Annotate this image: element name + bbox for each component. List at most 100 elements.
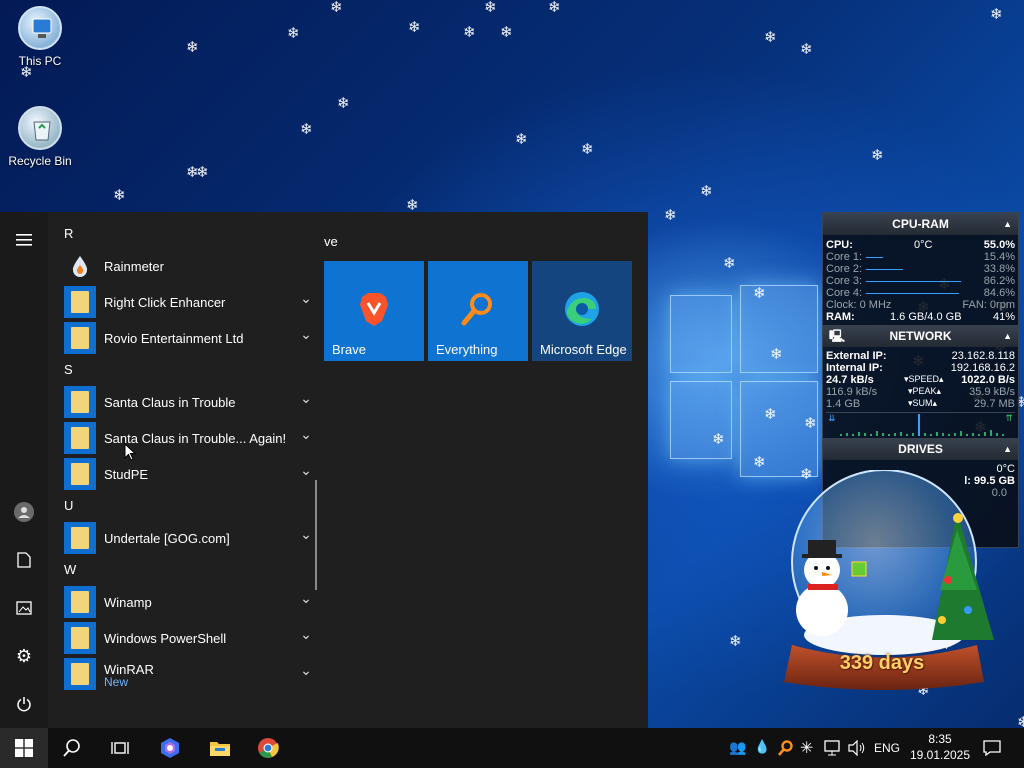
- snowflake: ❄: [871, 147, 884, 164]
- chevron-down-icon[interactable]: ⌄: [298, 662, 314, 679]
- snowflake: ❄: [664, 207, 677, 224]
- rainmeter-tray-icon[interactable]: 💧: [754, 739, 770, 755]
- cpu-total: 55.0%: [983, 239, 1015, 251]
- app-item[interactable]: Winamp ⌄: [64, 586, 314, 618]
- peak-label: ▾PEAK▴: [908, 386, 942, 396]
- graph-bar: [966, 434, 968, 436]
- group-letter-u[interactable]: U: [64, 498, 73, 513]
- app-item[interactable]: WinRAR ⌄ New: [64, 658, 314, 690]
- collapse-caret-icon[interactable]: ▲: [1003, 325, 1012, 347]
- snowflake: ❄: [515, 131, 528, 148]
- cpu-ram-header[interactable]: CPU-RAM ▲: [823, 213, 1018, 235]
- volume-icon[interactable]: [848, 740, 866, 756]
- chevron-down-icon[interactable]: ⌄: [298, 590, 314, 607]
- settings-gear-icon[interactable]: ⚙: [0, 636, 48, 676]
- clock[interactable]: 8:35 19.01.2025: [908, 732, 972, 762]
- drives-header[interactable]: DRIVES ▲: [823, 438, 1018, 460]
- graph-bar: [948, 434, 950, 436]
- snowflake: ❄: [764, 406, 777, 423]
- graph-bar: [960, 431, 962, 436]
- wallpaper-windows-logo: [650, 285, 820, 485]
- chevron-down-icon[interactable]: ⌄: [298, 326, 314, 343]
- chevron-down-icon[interactable]: ⌄: [298, 426, 314, 443]
- graph-bar: [924, 433, 926, 436]
- graph-bar: [972, 433, 974, 436]
- graph-bar: [1002, 434, 1004, 436]
- everything-tray-icon[interactable]: [777, 740, 793, 756]
- chevron-down-icon[interactable]: ⌄: [298, 626, 314, 643]
- app-item[interactable]: Rovio Entertainment Ltd ⌄: [64, 322, 314, 354]
- upload-speed: 1022.0 B/s: [961, 374, 1015, 386]
- chevron-down-icon[interactable]: ⌄: [298, 526, 314, 543]
- upload-sum: 29.7 MB: [974, 398, 1015, 410]
- graph-bar: [918, 414, 920, 436]
- documents-icon[interactable]: [0, 540, 48, 580]
- graph-bar: [906, 434, 908, 436]
- group-letter-r[interactable]: R: [64, 226, 73, 241]
- core-label: Core 4:: [826, 287, 863, 299]
- cpu-clock: Clock: 0 MHz: [826, 299, 892, 311]
- file-explorer-icon[interactable]: [196, 728, 244, 768]
- desktop: { "desktop": { "icons": [ {"label": "Thi…: [0, 0, 1024, 768]
- folder-icon: [64, 658, 96, 690]
- tile-microsoft-edge[interactable]: Microsoft Edge: [532, 261, 632, 361]
- pictures-icon[interactable]: [0, 588, 48, 628]
- app-item[interactable]: StudPE ⌄: [64, 458, 314, 490]
- tile-everything[interactable]: Everything: [428, 261, 528, 361]
- user-avatar-icon[interactable]: [0, 492, 48, 532]
- app-item[interactable]: Right Click Enhancer ⌄: [64, 286, 314, 318]
- group-letter-w[interactable]: W: [64, 562, 76, 577]
- people-icon[interactable]: 👥: [729, 739, 746, 756]
- app-item[interactable]: Undertale [GOG.com] ⌄: [64, 522, 314, 554]
- snowflake: ❄: [484, 0, 497, 16]
- power-icon[interactable]: [0, 684, 48, 724]
- windows-start-icon[interactable]: [0, 728, 48, 768]
- desktop-icon-recycle-bin[interactable]: Recycle Bin: [0, 106, 80, 168]
- collapse-caret-icon[interactable]: ▲: [1003, 213, 1012, 235]
- folder-icon: [64, 458, 96, 490]
- core-row: Core 2: 33.8%: [826, 263, 1015, 275]
- snowflake: ❄: [408, 19, 421, 36]
- notification-center-icon[interactable]: [983, 740, 1001, 756]
- app-list-scrollbar[interactable]: [315, 480, 317, 590]
- app-item[interactable]: Windows PowerShell ⌄: [64, 622, 314, 654]
- folder-icon: [64, 422, 96, 454]
- copilot-icon[interactable]: [146, 728, 194, 768]
- chevron-down-icon[interactable]: ⌄: [298, 290, 314, 307]
- app-list[interactable]: R Rainmeter Right Click Enhancer ⌄ Rovio Ent…: [48, 212, 316, 728]
- chevron-down-icon[interactable]: ⌄: [298, 390, 314, 407]
- app-item[interactable]: Santa Claus in Trouble... Again! ⌄: [64, 422, 314, 454]
- graph-bar: [936, 432, 938, 436]
- language-indicator[interactable]: ENG: [874, 741, 900, 755]
- snowflake-icon[interactable]: ✳: [800, 738, 813, 758]
- graph-bar: [930, 434, 932, 436]
- download-sum: 1.4 GB: [826, 398, 861, 410]
- app-item-label: Santa Claus in Trouble: [104, 394, 236, 410]
- tile-brave[interactable]: Brave: [324, 261, 424, 361]
- app-item[interactable]: Rainmeter: [64, 250, 314, 282]
- snowflake: ❄: [548, 0, 561, 16]
- app-item[interactable]: Santa Claus in Trouble ⌄: [64, 386, 314, 418]
- network-icon[interactable]: [824, 740, 842, 756]
- task-view-icon[interactable]: [96, 728, 144, 768]
- core-value: 84.6%: [983, 287, 1015, 299]
- network-header[interactable]: 🖳 NETWORK ▲: [823, 325, 1018, 347]
- chrome-icon[interactable]: [244, 728, 292, 768]
- snowflake: ❄: [337, 95, 350, 112]
- tiles-group-header[interactable]: ve: [324, 234, 338, 249]
- desktop-icon-this-pc[interactable]: This PC: [0, 6, 80, 68]
- graph-bar: [954, 433, 956, 436]
- app-item-label: WinRAR: [104, 661, 154, 677]
- core-value: 33.8%: [983, 263, 1015, 275]
- group-letter-s[interactable]: S: [64, 362, 73, 377]
- collapse-caret-icon[interactable]: ▲: [1003, 438, 1012, 460]
- search-icon[interactable]: [48, 728, 96, 768]
- core-label: Core 1:: [826, 251, 863, 263]
- hamburger-menu-icon[interactable]: [0, 220, 48, 260]
- snow-globe-countdown-widget[interactable]: 339 days: [772, 469, 1002, 700]
- snowflake: ❄: [723, 255, 736, 272]
- app-item-label: Undertale [GOG.com]: [104, 530, 230, 546]
- cpu-ram-title: CPU-RAM: [892, 217, 949, 231]
- chevron-down-icon[interactable]: ⌄: [298, 462, 314, 479]
- folder-icon: [64, 286, 96, 318]
